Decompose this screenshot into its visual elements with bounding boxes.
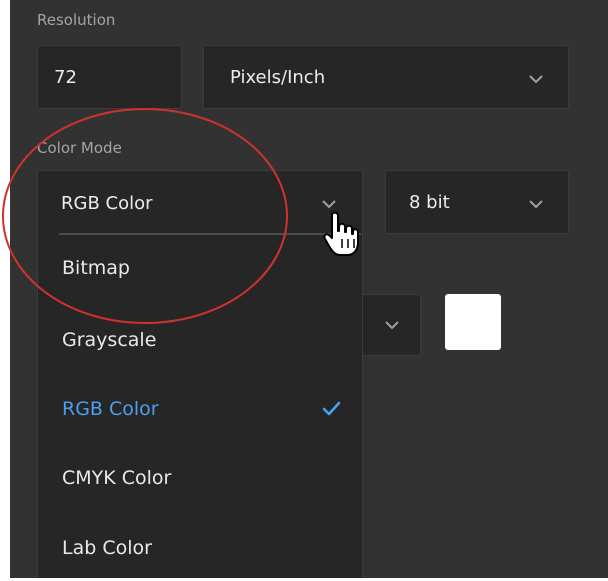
chevron-down-icon bbox=[529, 75, 543, 84]
resolution-label: Resolution bbox=[37, 11, 116, 29]
chevron-down-icon bbox=[385, 321, 399, 330]
color-mode-selected-value: RGB Color bbox=[61, 192, 153, 214]
dropdown-divider bbox=[59, 233, 361, 235]
bit-depth-select[interactable]: 8 bit bbox=[385, 170, 569, 234]
hand-pointer-icon bbox=[323, 211, 359, 256]
option-grayscale[interactable]: Grayscale bbox=[62, 329, 156, 351]
resolution-value: 72 bbox=[54, 66, 77, 88]
option-cmyk-color[interactable]: CMYK Color bbox=[62, 467, 171, 489]
option-bitmap[interactable]: Bitmap bbox=[62, 257, 130, 279]
color-mode-label: Color Mode bbox=[37, 139, 122, 157]
option-lab-color[interactable]: Lab Color bbox=[62, 537, 152, 559]
checkmark-icon bbox=[322, 401, 341, 416]
resolution-input[interactable]: 72 bbox=[37, 45, 182, 109]
chevron-down-icon bbox=[529, 200, 543, 209]
chevron-down-icon[interactable] bbox=[321, 199, 337, 209]
resolution-unit-value: Pixels/Inch bbox=[230, 66, 326, 88]
color-mode-dropdown[interactable]: RGB Color Bitmap Grayscale RGB Color CMY… bbox=[37, 170, 363, 578]
background-color-swatch[interactable] bbox=[445, 294, 501, 350]
bit-depth-value: 8 bit bbox=[409, 191, 450, 213]
resolution-unit-select[interactable]: Pixels/Inch bbox=[203, 45, 569, 109]
option-rgb-color[interactable]: RGB Color bbox=[62, 398, 159, 420]
